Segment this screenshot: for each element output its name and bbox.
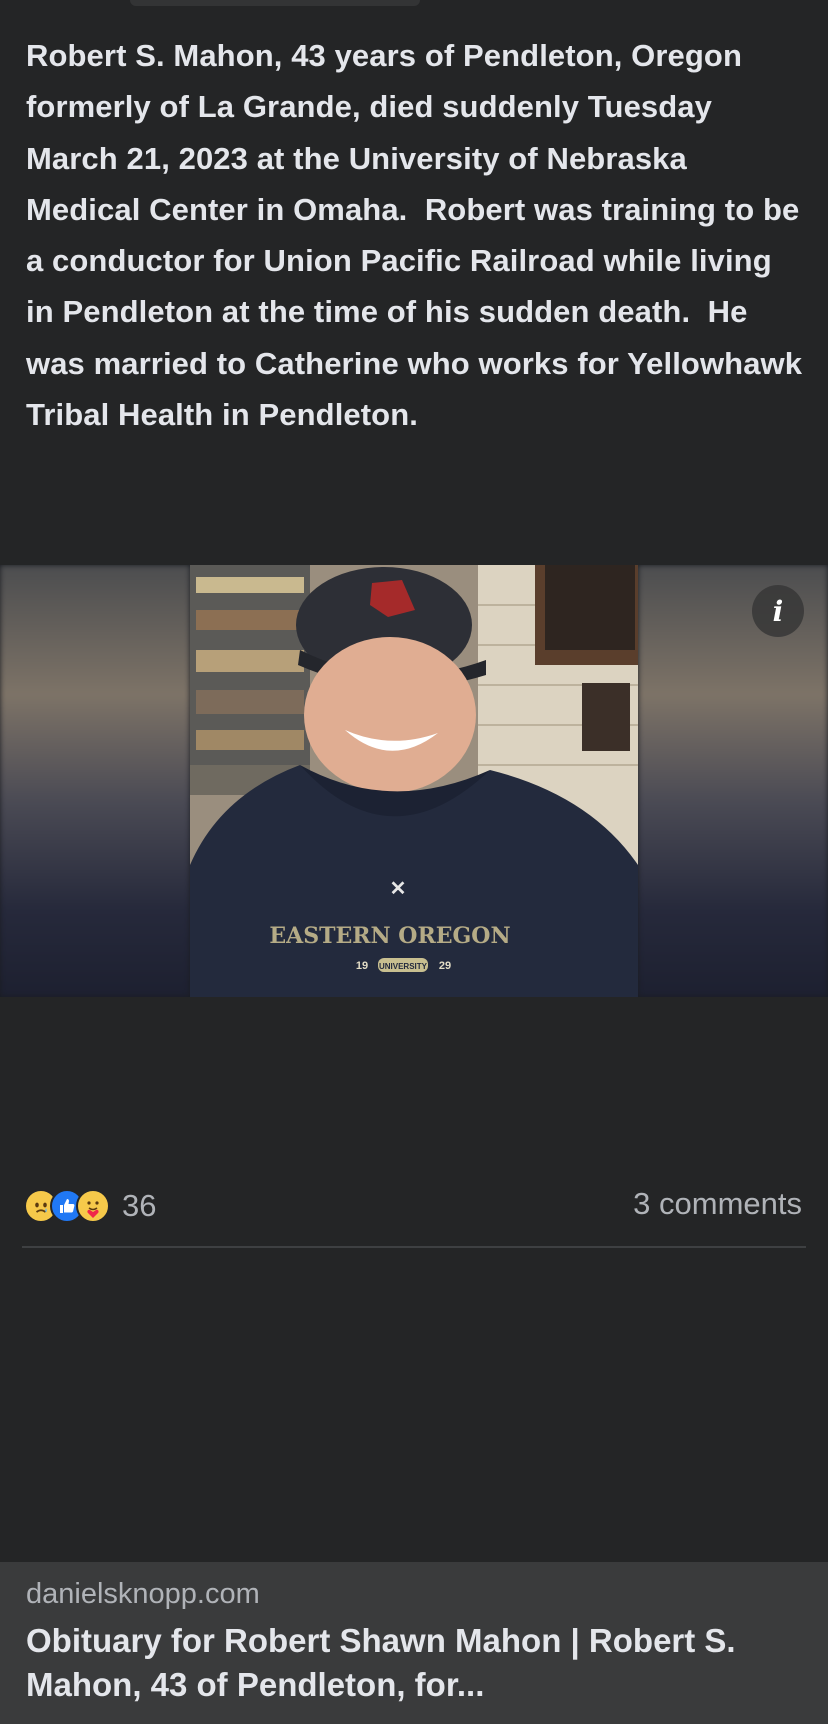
link-preview-image[interactable]: ✕ EASTERN OREGON 19 UNIVERSITY 29 bbox=[0, 565, 828, 997]
post-text: Robert S. Mahon, 43 years of Pendleton, … bbox=[26, 38, 811, 433]
link-preview-meta[interactable]: danielsknopp.com Obituary for Robert Sha… bbox=[0, 1562, 828, 1724]
sweatshirt-year-right: 29 bbox=[439, 960, 451, 972]
info-button[interactable]: i bbox=[752, 585, 804, 637]
image-blur-right bbox=[638, 565, 828, 997]
image-blur-left bbox=[0, 565, 190, 997]
care-icon bbox=[76, 1189, 110, 1223]
link-title[interactable]: Obituary for Robert Shawn Mahon | Robert… bbox=[26, 1619, 806, 1707]
link-domain: danielsknopp.com bbox=[26, 1578, 260, 1610]
comments-count[interactable]: 3 comments bbox=[633, 1186, 802, 1222]
divider bbox=[22, 1246, 806, 1248]
post-header-cut bbox=[0, 0, 828, 18]
sweatshirt-sub: UNIVERSITY bbox=[379, 962, 428, 971]
svg-text:✕: ✕ bbox=[390, 878, 407, 900]
reaction-summary[interactable]: 36 bbox=[24, 1186, 156, 1226]
obituary-photo: ✕ EASTERN OREGON 19 UNIVERSITY 29 bbox=[190, 565, 638, 997]
header-text-fragment bbox=[130, 0, 420, 6]
sweatshirt-year-left: 19 bbox=[356, 960, 368, 972]
link-preview-card[interactable]: ✕ EASTERN OREGON 19 UNIVERSITY 29 daniel… bbox=[0, 565, 828, 1724]
reaction-count[interactable]: 36 bbox=[122, 1188, 156, 1224]
info-icon: i bbox=[772, 594, 784, 628]
sweatshirt-text: EASTERN OREGON bbox=[269, 923, 510, 949]
